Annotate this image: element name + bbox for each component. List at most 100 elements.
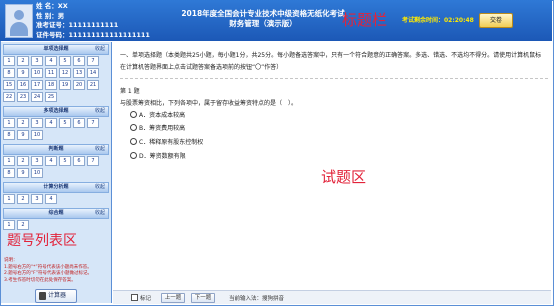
collapse-toggle[interactable]: 收起 xyxy=(95,209,105,218)
calculator-icon xyxy=(39,292,46,300)
calculator-button[interactable]: 计算器 xyxy=(35,289,77,303)
submit-exam-button[interactable]: 交卷 xyxy=(479,13,513,28)
question-link[interactable]: 1 xyxy=(3,118,15,128)
checkbox-icon[interactable] xyxy=(131,294,138,301)
question-link[interactable]: 22 xyxy=(3,92,15,102)
section-instructions: 一、单项选择题（本类题共25小题，每小题1分，共25分。每小题备选答案中，只有一… xyxy=(120,52,542,71)
section-header[interactable]: 计算分析题 收起 xyxy=(3,182,109,193)
question-link[interactable]: 9 xyxy=(17,130,29,140)
question-number: 第 1 题 xyxy=(120,88,140,95)
question-link[interactable]: 25 xyxy=(45,92,57,102)
section-header[interactable]: 判断题 收起 xyxy=(3,144,109,155)
question-link[interactable]: 18 xyxy=(45,80,57,90)
question-link[interactable]: 12 xyxy=(59,68,71,78)
question-link[interactable]: 4 xyxy=(45,156,57,166)
radio-icon[interactable] xyxy=(130,138,137,145)
question-link[interactable]: 9 xyxy=(17,168,29,178)
question-link[interactable]: 8 xyxy=(3,168,15,178)
question-link[interactable]: 6 xyxy=(73,118,85,128)
bottom-toolbar: 标记 上一题 下一题 当前输入法：搜狗拼音 xyxy=(113,290,551,304)
option-b[interactable]: B．筹资费用较高 xyxy=(130,123,185,132)
collapse-toggle[interactable]: 收起 xyxy=(95,45,105,54)
question-link[interactable]: 1 xyxy=(3,156,15,166)
prev-question-button[interactable]: 上一题 xyxy=(161,293,185,303)
section-header[interactable]: 综合题 收起 xyxy=(3,208,109,219)
question-link[interactable]: 4 xyxy=(45,56,57,66)
avatar-head xyxy=(14,10,24,20)
question-link[interactable]: 1 xyxy=(3,194,15,204)
question-link[interactable]: 10 xyxy=(31,168,43,178)
title-bar-area-label: 标题栏 xyxy=(342,11,388,29)
section-title: 单项选择题 xyxy=(43,46,69,52)
question-link[interactable]: 21 xyxy=(87,80,99,90)
question-list-panel: 单项选择题 收起 1 2 3 4 5 6 7 8 9 10 11 12 13 14 15 16 17 18 19 20 21… xyxy=(1,42,112,303)
question-link[interactable]: 2 xyxy=(17,56,29,66)
question-list-area-label: 题号列表区 xyxy=(7,233,77,249)
question-link[interactable]: 3 xyxy=(31,56,43,66)
question-grid: 1 2 3 4 5 6 7 8 9 10 11 12 13 14 15 16 17 18 19 20 21 22 23 24 2… xyxy=(1,56,111,104)
question-link[interactable]: 20 xyxy=(73,80,85,90)
question-link[interactable]: 6 xyxy=(73,156,85,166)
question-link[interactable]: 3 xyxy=(31,156,43,166)
question-link[interactable]: 3 xyxy=(31,194,43,204)
mark-label: 标记 xyxy=(140,296,152,302)
question-grid: 1 2 3 4 5 6 7 8 9 10 xyxy=(1,118,111,142)
next-question-button[interactable]: 下一题 xyxy=(191,293,215,303)
section-title: 多项选择题 xyxy=(43,108,69,114)
question-link[interactable]: 17 xyxy=(31,80,43,90)
question-link[interactable]: 23 xyxy=(17,92,29,102)
section-header[interactable]: 多项选择题 收起 xyxy=(3,106,109,117)
question-link[interactable]: 1 xyxy=(3,56,15,66)
question-grid: 1234 xyxy=(1,194,111,206)
collapse-toggle[interactable]: 收起 xyxy=(95,145,105,154)
question-link[interactable]: 10 xyxy=(31,68,43,78)
question-link[interactable]: 3 xyxy=(31,118,43,128)
question-link[interactable]: 15 xyxy=(3,80,15,90)
radio-icon[interactable] xyxy=(130,152,137,159)
exam-title-line2: 财务管理（演示版） xyxy=(229,19,297,28)
question-link[interactable]: 6 xyxy=(73,56,85,66)
question-link[interactable]: 1 xyxy=(3,220,15,230)
question-link[interactable]: 10 xyxy=(31,130,43,140)
question-text: 与股票筹资相比，下列各项中，属于留存收益筹资特点的是（ ）。 xyxy=(120,100,298,107)
option-d-label: D．筹资数额有限 xyxy=(139,153,186,160)
option-c-label: C．稀释原有股东控制权 xyxy=(139,139,204,146)
option-a[interactable]: A．资本成本较高 xyxy=(130,110,185,119)
question-link[interactable]: 24 xyxy=(31,92,43,102)
title-bar: 姓 名：XX 性 别：男 准考证号：11111111111 证件号码：11111… xyxy=(0,0,552,41)
mark-question-checkbox[interactable]: 标记 xyxy=(131,294,151,302)
question-link[interactable]: 4 xyxy=(45,118,57,128)
candidate-ticket-number: 准考证号：11111111111 xyxy=(36,21,119,29)
question-link[interactable]: 19 xyxy=(59,80,71,90)
question-link[interactable]: 7 xyxy=(87,56,99,66)
question-grid: 1 2 3 4 5 6 7 8 9 10 xyxy=(1,156,111,180)
question-link[interactable]: 4 xyxy=(45,194,57,204)
question-link[interactable]: 5 xyxy=(59,56,71,66)
question-link[interactable]: 2 xyxy=(17,194,29,204)
question-link[interactable]: 7 xyxy=(87,118,99,128)
section-title: 判断题 xyxy=(48,146,64,152)
question-link[interactable]: 2 xyxy=(17,118,29,128)
question-link[interactable]: 8 xyxy=(3,130,15,140)
option-d[interactable]: D．筹资数额有限 xyxy=(130,151,186,160)
question-link[interactable]: 2 xyxy=(17,156,29,166)
question-link[interactable]: 5 xyxy=(59,118,71,128)
option-a-label: A．资本成本较高 xyxy=(139,112,186,119)
question-link[interactable]: 7 xyxy=(87,156,99,166)
question-link[interactable]: 16 xyxy=(17,80,29,90)
section-header[interactable]: 单项选择题 收起 xyxy=(3,44,109,55)
question-link[interactable]: 11 xyxy=(45,68,57,78)
note-3: 3.考生作答时切勿在此处保存答案。 xyxy=(4,277,76,283)
question-link[interactable]: 14 xyxy=(87,68,99,78)
question-link[interactable]: 5 xyxy=(59,156,71,166)
question-link[interactable]: 2 xyxy=(17,220,29,230)
question-link[interactable]: 13 xyxy=(73,68,85,78)
question-link[interactable]: 8 xyxy=(3,68,15,78)
collapse-toggle[interactable]: 收起 xyxy=(95,183,105,192)
collapse-toggle[interactable]: 收起 xyxy=(95,107,105,116)
option-c[interactable]: C．稀释原有股东控制权 xyxy=(130,137,203,146)
radio-icon[interactable] xyxy=(130,111,137,118)
candidate-info: 姓 名：XX 性 别：男 准考证号：11111111111 证件号码：11111… xyxy=(36,2,150,40)
question-link[interactable]: 9 xyxy=(17,68,29,78)
radio-icon[interactable] xyxy=(130,124,137,131)
